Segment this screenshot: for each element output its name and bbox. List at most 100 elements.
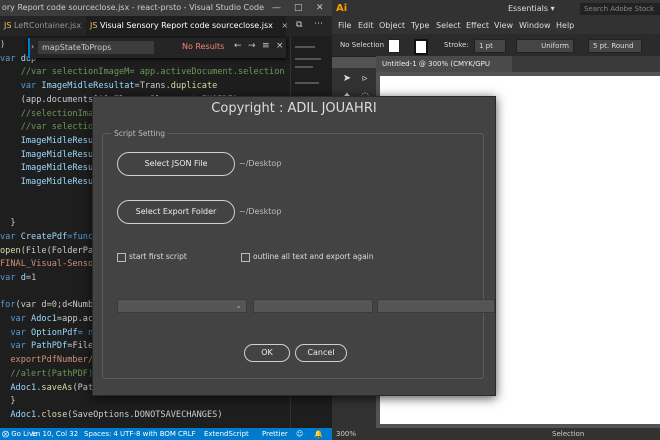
workspace-switcher[interactable]: Essentials ▾: [508, 3, 564, 15]
find-widget: › mapStateToProps No Results ← → ≡ ×: [28, 38, 286, 58]
variable-width-profile[interactable]: Uniform: [516, 39, 574, 53]
fill-swatch[interactable]: [388, 39, 400, 53]
code-token: ImageMidleResu: [0, 149, 94, 160]
code-line[interactable]: ImageMidleResu: [0, 175, 93, 190]
zoom-level[interactable]: 300%: [336, 428, 356, 440]
code-line[interactable]: Adoc1.close(SaveOptions.DONOTSAVECHANGES…: [0, 408, 223, 423]
illustrator-status-bar: 300% Selection: [332, 428, 660, 440]
toggle-replace-icon[interactable]: ›: [31, 42, 34, 51]
control-panel: No Selection Stroke: 1 pt Uniform 5 pt. …: [332, 34, 660, 57]
outline-text-checkbox[interactable]: [241, 253, 250, 262]
prettier-status[interactable]: Prettier: [262, 428, 288, 440]
code-token: ImageMidleResultat: [41, 81, 135, 92]
code-token: Adoc1.: [0, 382, 42, 393]
next-match-icon[interactable]: →: [248, 41, 256, 51]
start-first-checkbox[interactable]: [117, 253, 126, 262]
current-tool[interactable]: Selection: [552, 428, 584, 440]
feedback-icon[interactable]: ☺: [296, 428, 303, 440]
code-token: FINAL_Visual-Senso: [0, 259, 94, 270]
indentation-setting[interactable]: Spaces: 4: [84, 428, 118, 440]
stock-search-input[interactable]: Search Adobe Stock: [580, 3, 660, 15]
direct-selection-tool-icon[interactable]: ▹: [358, 72, 372, 86]
dropdown-select[interactable]: ⌄: [117, 299, 247, 313]
maximize-icon[interactable]: □: [294, 0, 303, 16]
code-token: CreatePdf: [20, 231, 68, 242]
line-ending-setting[interactable]: CRLF: [178, 428, 196, 440]
select-export-folder-button[interactable]: Select Export Folder: [117, 200, 235, 224]
find-in-selection-icon[interactable]: ≡: [262, 41, 270, 51]
chevron-down-icon: ⌄: [235, 301, 242, 310]
illustrator-logo: Ai: [336, 3, 348, 14]
outline-text-label: outline all text and export again: [253, 252, 374, 261]
code-token: 1: [31, 272, 37, 283]
cursor-position[interactable]: Ln 10, Col 32: [32, 428, 78, 440]
code-token: open: [0, 245, 21, 256]
menu-file[interactable]: File: [338, 18, 351, 34]
menu-help[interactable]: Help: [556, 18, 574, 34]
vscode-title-bar: ory Report code sourceclose.jsx - react-…: [0, 0, 332, 16]
encoding-setting[interactable]: UTF-8 with BOM: [120, 428, 176, 440]
language-mode[interactable]: ExtendScript: [204, 428, 249, 440]
menu-bar: File Edit Object Type Select Effect View…: [332, 18, 660, 34]
stroke-swatch[interactable]: [414, 39, 428, 55]
menu-type[interactable]: Type: [411, 18, 429, 34]
code-token: var: [0, 81, 42, 92]
code-token: ): [0, 40, 6, 50]
code-token: //var selectionImageM= app.activeDocumen…: [0, 67, 285, 78]
code-token: var: [0, 327, 32, 338]
code-token: =func: [67, 231, 94, 242]
close-tab-icon[interactable]: ×: [281, 21, 288, 30]
text-field-1[interactable]: [253, 299, 373, 313]
cancel-button[interactable]: Cancel: [295, 344, 347, 362]
menu-effect[interactable]: Effect: [466, 18, 489, 34]
menu-edit[interactable]: Edit: [358, 18, 374, 34]
find-input[interactable]: mapStateToProps: [38, 41, 154, 54]
code-token: =Trans.: [134, 81, 171, 92]
menu-view[interactable]: View: [494, 18, 513, 34]
stroke-label: Stroke:: [444, 41, 469, 49]
code-token: exportPdfNumber/"+: [0, 355, 104, 366]
js-file-icon: JS: [4, 21, 12, 30]
text-field-2[interactable]: [377, 299, 495, 313]
tab-label: LeftContainer.jsx: [13, 21, 82, 30]
code-token: for: [0, 300, 16, 311]
close-find-icon[interactable]: ×: [276, 41, 284, 51]
script-dialog: Copyright : ADIL JOUAHRI Script Setting …: [92, 96, 496, 396]
select-json-button[interactable]: Select JSON File: [117, 152, 235, 176]
menu-object[interactable]: Object: [379, 18, 405, 34]
js-file-icon: JS: [90, 21, 98, 30]
split-editor-icon[interactable]: ⧉: [296, 20, 302, 30]
code-token: }: [0, 396, 16, 407]
stroke-weight-input[interactable]: 1 pt: [474, 39, 506, 53]
code-token: ImageMidleResu: [0, 177, 94, 187]
code-token: saveAs: [41, 382, 73, 393]
menu-select[interactable]: Select: [436, 18, 461, 34]
code-token: (SaveOptions.DONOTSAVECHANGES): [67, 409, 223, 420]
selection-status: No Selection: [340, 41, 385, 49]
document-tab[interactable]: Untitled-1 @ 300% (CMYK/GPU Preview): [376, 56, 512, 84]
code-line[interactable]: var d=1: [0, 271, 36, 286]
code-token: //var selectio: [0, 122, 94, 133]
tab-left-container[interactable]: JS LeftContainer.jsx: [0, 16, 86, 36]
code-token: ImageMidleResu: [0, 135, 94, 146]
code-token: PathPDf: [31, 341, 68, 352]
brush-definition[interactable]: 5 pt. Round: [588, 39, 642, 53]
panel-label: Script Setting: [111, 128, 168, 140]
menu-window[interactable]: Window: [519, 18, 551, 34]
code-token: (var d=: [15, 300, 52, 311]
find-result-count: No Results: [182, 42, 225, 51]
notifications-icon[interactable]: 🔔: [314, 428, 323, 440]
window-title: ory Report code sourceclose.jsx - react-…: [2, 3, 264, 12]
ok-button[interactable]: OK: [244, 344, 290, 362]
close-icon[interactable]: ✕: [316, 0, 324, 16]
tab-visual-sensory-report[interactable]: JS Visual Sensory Report code sourceclos…: [86, 16, 288, 36]
code-token: var: [0, 272, 21, 283]
more-actions-icon[interactable]: ⋯: [314, 19, 323, 29]
document-tabs: Untitled-1 @ 300% (CMYK/GPU Preview): [376, 56, 660, 84]
code-token: (app.documents[: [0, 94, 99, 105]
dialog-title: Copyright : ADIL JOUAHRI: [211, 101, 377, 116]
minimize-icon[interactable]: —: [272, 0, 281, 16]
code-token: (File(FolderPa: [20, 245, 94, 256]
selection-tool-icon[interactable]: ➤: [340, 72, 354, 86]
previous-match-icon[interactable]: ←: [234, 41, 242, 51]
